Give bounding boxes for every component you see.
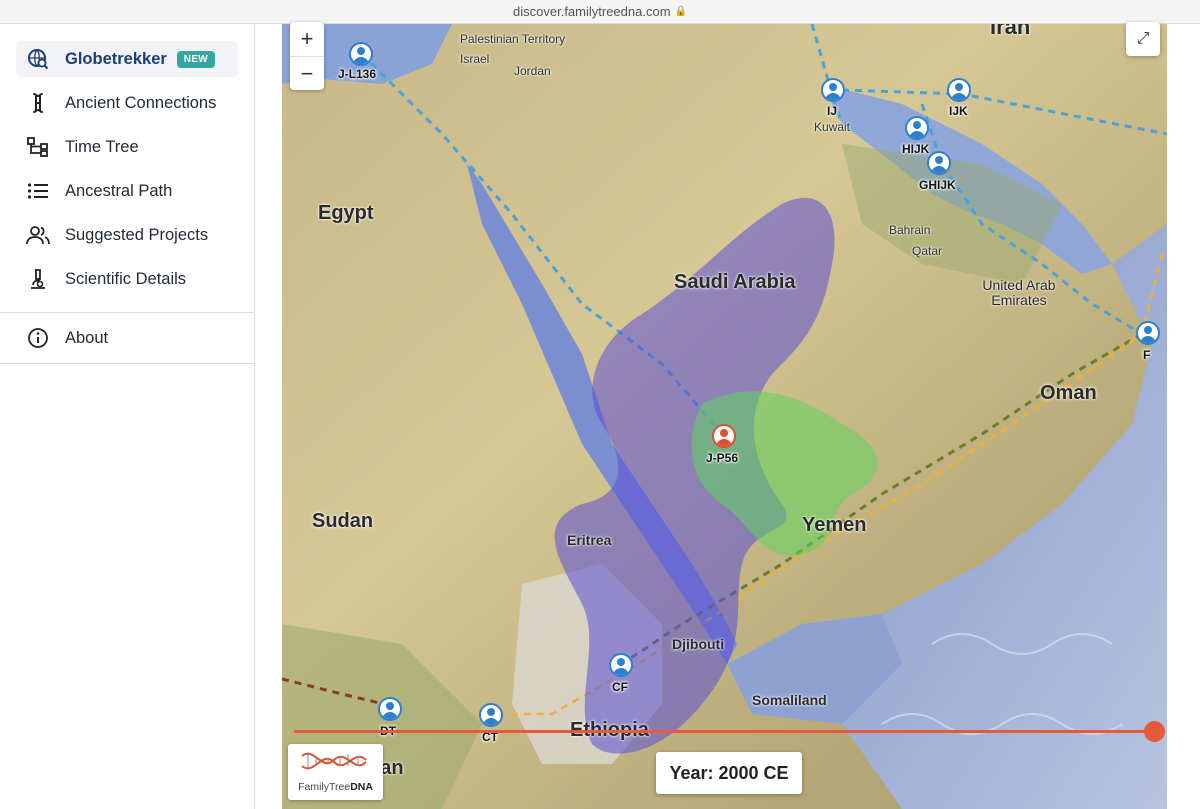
map-canvas[interactable]: Palestinian Territory Israel Jordan Egyp… xyxy=(282,24,1167,809)
familytreedna-logo[interactable]: FamilyTreeDNA xyxy=(288,744,383,800)
country-label: Somaliland xyxy=(752,692,827,708)
marker-label: F xyxy=(1143,348,1151,362)
map-right-gutter xyxy=(1167,24,1200,809)
place-label: Jordan xyxy=(514,64,551,78)
browser-url-bar[interactable]: discover.familytreedna.com 🔒 xyxy=(0,0,1200,24)
dna-helix-icon xyxy=(301,752,367,770)
sidebar-item-scientific-details[interactable]: Scientific Details xyxy=(16,261,238,297)
haplogroup-marker[interactable] xyxy=(609,653,633,677)
haplogroup-marker[interactable] xyxy=(905,116,929,140)
marker-label: CF xyxy=(612,680,628,694)
country-label: Egypt xyxy=(318,202,374,224)
zoom-in-button[interactable]: + xyxy=(290,22,324,56)
sidebar-item-label: Globetrekker xyxy=(65,49,167,68)
haplogroup-marker[interactable] xyxy=(947,78,971,102)
bone-icon xyxy=(25,91,51,115)
place-label: Israel xyxy=(460,52,490,66)
zoom-out-button[interactable]: − xyxy=(290,56,324,90)
haplogroup-marker[interactable] xyxy=(927,151,951,175)
list-icon xyxy=(25,179,51,203)
timeline-slider-handle[interactable] xyxy=(1144,721,1165,742)
zoom-control: + − xyxy=(290,22,324,90)
sidebar-item-label: Ancient Connections xyxy=(65,93,217,112)
place-label: Qatar xyxy=(912,244,943,258)
info-icon xyxy=(25,326,51,350)
year-display: Year: 2000 CE xyxy=(656,752,802,794)
new-badge: NEW xyxy=(176,50,216,68)
marker-label: GHIJK xyxy=(919,178,956,192)
sidebar-item-label: Ancestral Path xyxy=(65,181,173,200)
sidebar-item-globetrekker[interactable]: Globetrekker NEW xyxy=(16,41,238,77)
country-label: Sudan xyxy=(312,510,374,532)
map-left-gutter xyxy=(255,24,282,809)
url-text: discover.familytreedna.com xyxy=(513,4,671,19)
marker-label: HIJK xyxy=(902,142,930,156)
lock-icon: 🔒 xyxy=(674,6,687,17)
sidebar-divider xyxy=(0,312,254,313)
sidebar-item-label: About xyxy=(65,328,109,347)
place-label: Kuwait xyxy=(814,120,851,134)
place-label: Palestinian Territory xyxy=(460,32,566,46)
current-haplogroup-marker[interactable] xyxy=(712,424,736,448)
microscope-icon xyxy=(25,267,51,291)
haplogroup-marker[interactable] xyxy=(378,697,402,721)
country-label: Saudi Arabia xyxy=(674,271,796,293)
country-label: Yemen xyxy=(802,514,867,536)
country-label: Iran xyxy=(990,24,1031,39)
place-label: Bahrain xyxy=(889,223,931,237)
marker-label: IJK xyxy=(949,104,968,118)
sidebar-item-ancestral-path[interactable]: Ancestral Path xyxy=(16,173,238,209)
haplogroup-marker[interactable] xyxy=(349,42,373,66)
sidebar-item-suggested-projects[interactable]: Suggested Projects xyxy=(16,217,238,253)
marker-label: J-L136 xyxy=(338,67,377,81)
tree-diagram-icon xyxy=(25,135,51,159)
sidebar-divider xyxy=(0,363,254,364)
marker-label: IJ xyxy=(827,104,838,118)
people-icon xyxy=(25,223,51,247)
place-label: United Arab Emirates xyxy=(982,277,1056,308)
sidebar-item-label: Time Tree xyxy=(65,137,139,156)
haplogroup-marker[interactable] xyxy=(821,78,845,102)
haplogroup-marker[interactable] xyxy=(1136,321,1160,345)
sidebar-item-label: Scientific Details xyxy=(65,269,187,288)
sidebar-item-time-tree[interactable]: Time Tree xyxy=(16,129,238,165)
fullscreen-button[interactable]: ⤢ xyxy=(1126,22,1160,56)
logo-text: FamilyTreeDNA xyxy=(298,781,373,793)
sidebar-item-about[interactable]: About xyxy=(16,320,238,356)
country-label: Eritrea xyxy=(567,532,612,548)
terrain-map xyxy=(282,24,1167,809)
sidebar-item-label: Suggested Projects xyxy=(65,225,209,244)
timeline-slider-track[interactable] xyxy=(294,730,1154,733)
sidebar-item-ancient-connections[interactable]: Ancient Connections xyxy=(16,85,238,121)
sidebar: Globetrekker NEW Ancient Connections Tim… xyxy=(0,24,255,809)
marker-label: J-P56 xyxy=(706,451,739,465)
country-label: Oman xyxy=(1040,382,1097,404)
globe-search-icon xyxy=(25,47,51,71)
country-label: Djibouti xyxy=(672,636,725,652)
haplogroup-marker[interactable] xyxy=(479,703,503,727)
